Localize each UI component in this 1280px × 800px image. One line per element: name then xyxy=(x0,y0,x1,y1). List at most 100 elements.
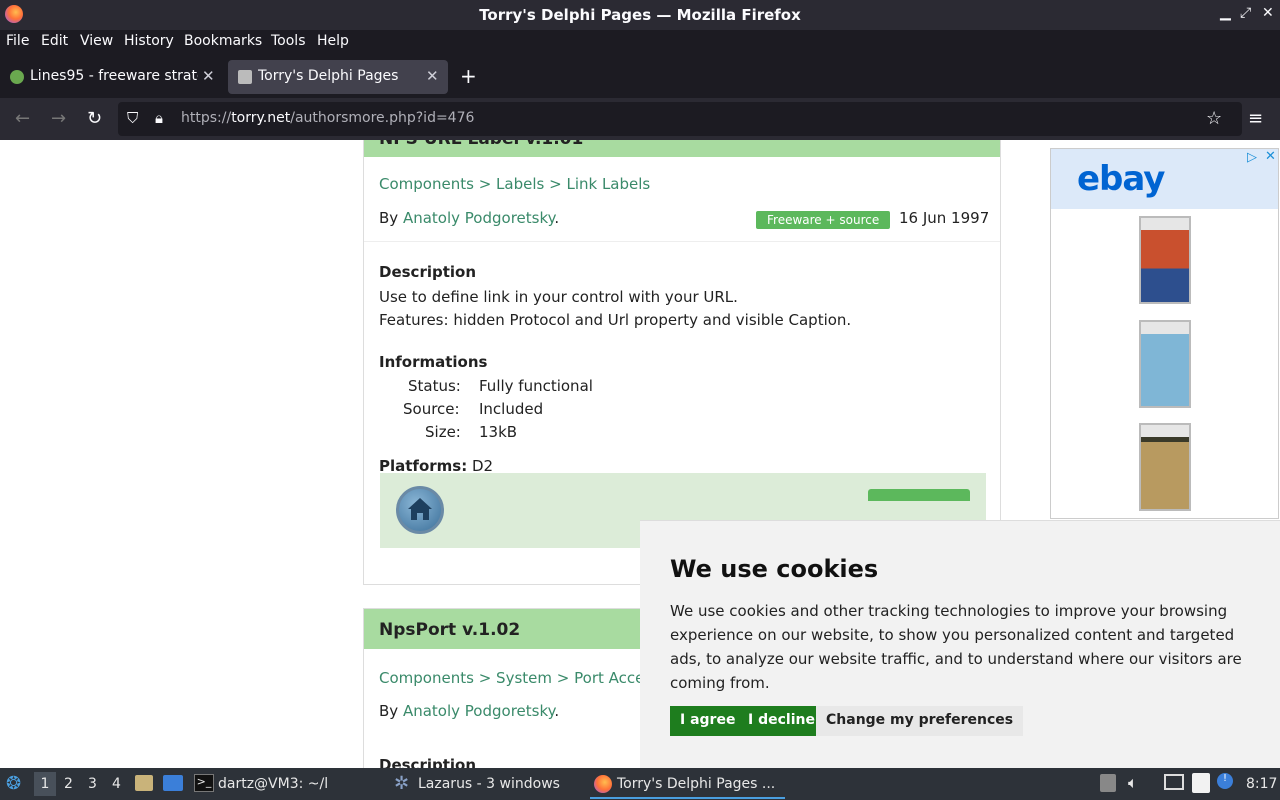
tab-lines95[interactable]: Lines95 - freeware strate ✕ xyxy=(0,60,222,94)
breadcrumb: Components > System > Port Acces xyxy=(379,669,652,687)
taskbar-terminal[interactable]: dartz@VM3: ~/l xyxy=(218,776,328,792)
by-label: By xyxy=(379,209,399,227)
cookie-banner: We use cookies We use cookies and other … xyxy=(640,520,1280,768)
shield-icon[interactable]: ⛉ xyxy=(127,109,138,127)
author-line: By Anatoly Podgoretsky. xyxy=(379,702,559,720)
breadcrumb: Components > Labels > Link Labels xyxy=(379,175,650,193)
workspace-2[interactable]: 2 xyxy=(64,776,73,792)
source-label: Source: xyxy=(403,400,460,418)
card-title[interactable]: NPS URL Label v.1.01 xyxy=(364,140,1000,157)
size-value: 13kB xyxy=(479,423,518,441)
menu-view[interactable]: View xyxy=(80,33,113,49)
agree-button[interactable]: I agree xyxy=(670,706,746,736)
informations-heading: Informations xyxy=(379,353,488,371)
author-line: By Anatoly Podgoretsky. xyxy=(379,209,559,227)
new-tab-icon[interactable]: + xyxy=(460,64,477,88)
start-menu-icon[interactable]: ❂ xyxy=(6,773,21,794)
breadcrumb-separator: > xyxy=(478,175,492,193)
firefox-taskbar-icon xyxy=(594,775,612,793)
workspace-3[interactable]: 3 xyxy=(88,776,97,792)
minimize-icon[interactable]: ▁ xyxy=(1220,5,1231,21)
home-icon[interactable] xyxy=(396,486,444,534)
description-line: Features: hidden Protocol and Url proper… xyxy=(379,311,852,329)
clock[interactable]: 8:17 xyxy=(1246,776,1277,792)
window-titlebar: Torry's Delphi Pages — Mozilla Firefox ▁… xyxy=(0,0,1280,30)
bookmark-star-icon[interactable]: ☆ xyxy=(1206,108,1222,129)
period: . xyxy=(554,209,560,227)
menu-bookmarks[interactable]: Bookmarks xyxy=(184,33,262,49)
menu-history[interactable]: History xyxy=(124,33,174,49)
preferences-button[interactable]: Change my preferences xyxy=(816,706,1024,736)
lazarus-icon: ✲ xyxy=(394,773,410,794)
hamburger-menu-icon[interactable]: ≡ xyxy=(1248,108,1263,129)
ebay-logo[interactable]: ebay xyxy=(1077,159,1165,199)
tab-close-icon[interactable]: ✕ xyxy=(202,67,215,85)
download-button[interactable] xyxy=(868,489,970,501)
close-icon[interactable]: ✕ xyxy=(1262,5,1274,21)
taskbar: ❂ 1 2 3 4 >_ dartz@VM3: ~/l ✲ Lazarus - … xyxy=(0,768,1280,800)
breadcrumb-link-components[interactable]: Components xyxy=(379,175,474,193)
menu-tools[interactable]: Tools xyxy=(271,33,306,49)
product-image[interactable] xyxy=(1139,423,1191,511)
description-heading: Description xyxy=(379,263,477,281)
url-text[interactable]: https://torry.net/authorsmore.php?id=476 xyxy=(181,110,474,126)
decline-button[interactable]: I decline xyxy=(738,706,825,736)
breadcrumb-link-components[interactable]: Components xyxy=(379,669,474,687)
display-icon[interactable] xyxy=(1164,774,1184,790)
menu-file[interactable]: File xyxy=(6,33,29,49)
divider xyxy=(364,241,1000,242)
clipboard-icon[interactable] xyxy=(1192,773,1210,793)
tab-label: Torry's Delphi Pages xyxy=(258,68,399,84)
forward-icon[interactable]: → xyxy=(51,108,66,129)
product-image[interactable] xyxy=(1139,216,1191,304)
breadcrumb-link-link-labels[interactable]: Link Labels xyxy=(566,175,650,193)
adchoices-icon[interactable]: ▷ xyxy=(1247,150,1257,165)
license-badge: Freeware + source xyxy=(756,211,891,229)
taskbar-lazarus[interactable]: Lazarus - 3 windows xyxy=(418,776,560,792)
period: . xyxy=(554,702,560,720)
url-bar[interactable]: ⛉ 🔒︎ https://torry.net/authorsmore.php?i… xyxy=(118,102,1242,136)
workspace-4[interactable]: 4 xyxy=(112,776,121,792)
status-value: Fully functional xyxy=(479,377,593,395)
release-date: 16 Jun 1997 xyxy=(899,209,990,227)
ad-close-icon[interactable]: ✕ xyxy=(1265,149,1276,164)
breadcrumb-link-labels[interactable]: Labels xyxy=(496,175,544,193)
author-link[interactable]: Anatoly Podgoretsky xyxy=(403,209,554,227)
cookie-text: We use cookies and other tracking techno… xyxy=(670,602,1242,692)
lock-icon[interactable]: 🔒︎ xyxy=(155,109,163,127)
workspace-1[interactable]: 1 xyxy=(34,772,56,796)
size-label: Size: xyxy=(425,423,461,441)
tab-close-icon[interactable]: ✕ xyxy=(426,67,439,85)
active-task-indicator xyxy=(590,797,785,799)
menu-edit[interactable]: Edit xyxy=(41,33,68,49)
breadcrumb-separator: > xyxy=(478,669,492,687)
site-favicon-icon xyxy=(238,70,252,84)
file-manager-icon[interactable] xyxy=(135,775,153,791)
maximize-icon[interactable]: ⤢ xyxy=(1240,5,1251,21)
component-card: NPS URL Label v.1.01 Components > Labels… xyxy=(363,140,1001,585)
product-image[interactable] xyxy=(1139,320,1191,408)
menubar: File Edit View History Bookmarks Tools H… xyxy=(0,30,1280,56)
description-heading: Description xyxy=(379,756,477,768)
tabbar: Lines95 - freeware strate ✕ Torry's Delp… xyxy=(0,56,1280,98)
tray-eject-icon[interactable] xyxy=(1100,774,1116,792)
ebay-ad[interactable]: ebay ▷ ✕ xyxy=(1050,148,1279,519)
menu-help[interactable]: Help xyxy=(317,33,349,49)
volume-icon[interactable]: 🔈︎ xyxy=(1128,773,1138,793)
ad-header: ebay xyxy=(1051,149,1278,209)
tab-label: Lines95 - freeware strate xyxy=(30,68,198,84)
taskbar-firefox[interactable]: Torry's Delphi Pages ... xyxy=(617,776,775,792)
breadcrumb-link-system[interactable]: System xyxy=(496,669,552,687)
source-value: Included xyxy=(479,400,544,418)
back-icon[interactable]: ← xyxy=(15,108,30,129)
breadcrumb-separator: > xyxy=(549,175,562,193)
status-label: Status: xyxy=(408,377,461,395)
desktop-icon[interactable] xyxy=(163,775,183,791)
tab-torry[interactable]: Torry's Delphi Pages ✕ xyxy=(228,60,448,94)
reload-icon[interactable]: ↻ xyxy=(87,108,102,129)
site-favicon-icon xyxy=(10,70,24,84)
window-title: Torry's Delphi Pages — Mozilla Firefox xyxy=(479,6,801,24)
terminal-icon: >_ xyxy=(194,774,214,792)
author-link[interactable]: Anatoly Podgoretsky xyxy=(403,702,554,720)
notification-icon[interactable]: ! xyxy=(1217,773,1233,789)
